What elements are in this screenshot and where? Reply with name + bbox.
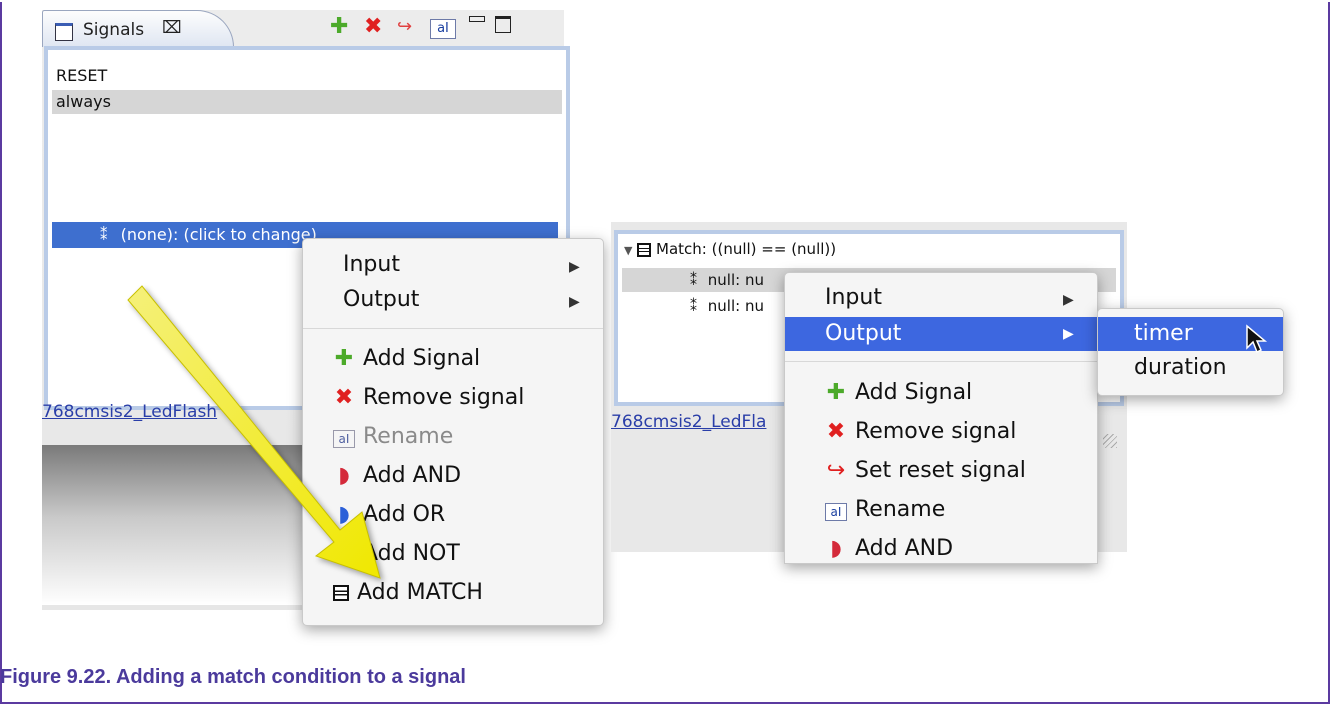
- right-context-menu: Input ▶ Output ▶ ✚ Add Signal ✖ Remove sign…: [784, 272, 1098, 564]
- submenu-item-duration[interactable]: duration: [1134, 351, 1227, 385]
- signal-row-reset[interactable]: RESET: [52, 64, 562, 88]
- set-reset-toolbar-icon[interactable]: ↪: [397, 16, 412, 38]
- menu-item-input-label: Input: [343, 252, 400, 277]
- remove-signal-toolbar-icon[interactable]: ✖: [364, 16, 382, 38]
- mouse-cursor-icon: [1246, 324, 1268, 354]
- match-child-label-1: null: nu: [707, 271, 764, 289]
- frame-top-mask: [0, 0, 1330, 2]
- menu-item-remove-signal-label: Remove signal: [855, 419, 1017, 444]
- menu-item-remove-signal-label: Remove signal: [363, 385, 525, 410]
- menu-item-add-match[interactable]: Add MATCH: [333, 576, 483, 610]
- match-child-row-2[interactable]: ⁑ null: nu: [690, 294, 764, 318]
- signals-tab[interactable]: Signals ⌧: [42, 10, 234, 47]
- minimize-icon[interactable]: [469, 16, 485, 22]
- menu-item-add-signal-label: Add Signal: [363, 346, 481, 371]
- menu-item-rename[interactable]: aI Rename: [825, 493, 945, 527]
- view-window-icon: [55, 23, 73, 41]
- menu-item-add-match-label: Add MATCH: [357, 580, 483, 605]
- submenu-arrow-icon: ▶: [569, 294, 580, 310]
- and-gate-icon: ◗: [830, 536, 842, 561]
- project-link[interactable]: 768cmsis2_LedFlash: [42, 402, 217, 422]
- left-context-menu: Input ▶ Output ▶ ✚ Add Signal ✖ Remove sig…: [302, 238, 604, 626]
- match-child-label-2: null: nu: [707, 297, 764, 315]
- menu-item-set-reset-signal[interactable]: ↪ Set reset signal: [825, 454, 1026, 488]
- rename-icon: aI: [333, 430, 355, 448]
- menu-item-rename-label: Rename: [363, 424, 454, 449]
- menu-item-add-signal-label: Add Signal: [855, 380, 973, 405]
- menu-item-add-or-label: Add OR: [363, 502, 446, 527]
- submenu-item-duration-label: duration: [1134, 355, 1227, 380]
- red-x-icon: ✖: [826, 419, 846, 444]
- menu-item-add-and-label: Add AND: [363, 463, 462, 488]
- menu-item-rename[interactable]: aI Rename: [333, 420, 453, 454]
- unknown-signal-icon: ⁑: [690, 273, 697, 289]
- menu-item-input-label: Input: [825, 285, 882, 310]
- match-tree-row[interactable]: ▼ Match: ((null) == (null)): [624, 237, 836, 261]
- resize-gripper-icon[interactable]: [1103, 434, 1117, 448]
- menu-item-output-label: Output: [343, 287, 420, 312]
- menu-item-add-and[interactable]: ◗ Add AND: [825, 532, 954, 563]
- or-gate-icon: ◗: [338, 502, 350, 527]
- menu-item-remove-signal[interactable]: ✖ Remove signal: [333, 381, 525, 415]
- match-icon: [637, 242, 652, 257]
- menu-item-add-not-label: Add NOT: [363, 541, 460, 566]
- add-signal-toolbar-icon[interactable]: ✚: [330, 16, 348, 38]
- signal-condition-label: (none): (click to change): [120, 225, 317, 244]
- menu-item-remove-signal[interactable]: ✖ Remove signal: [825, 415, 1017, 449]
- match-label: Match: ((null) == (null)): [656, 240, 837, 258]
- rename-icon: aI: [825, 503, 847, 521]
- unknown-signal-icon: ⁑: [100, 226, 108, 244]
- signal-row-always[interactable]: always: [52, 90, 562, 114]
- menu-item-output-label: Output: [825, 321, 902, 346]
- menu-item-rename-label: Rename: [855, 497, 946, 522]
- menu-item-set-reset-label: Set reset signal: [855, 458, 1026, 483]
- menu-item-input[interactable]: Input: [825, 281, 882, 315]
- menu-item-add-signal[interactable]: ✚ Add Signal: [825, 376, 972, 410]
- menu-separator: [785, 361, 1097, 362]
- menu-separator: [303, 328, 603, 329]
- project-link-text: 768cmsis2_LedFla: [611, 412, 767, 432]
- rename-toolbar-icon[interactable]: aI: [430, 19, 456, 39]
- match-icon: [333, 585, 349, 601]
- green-plus-icon: ✚: [826, 380, 846, 405]
- menu-item-add-and[interactable]: ◗ Add AND: [333, 459, 461, 493]
- figure-caption: Figure 9.22. Adding a match condition to…: [0, 666, 466, 688]
- menu-item-output-highlighted[interactable]: Output ▶: [785, 317, 1097, 351]
- submenu-arrow-icon: ▶: [1063, 292, 1074, 308]
- menu-item-add-or[interactable]: ◗ Add OR: [333, 498, 445, 532]
- maximize-icon[interactable]: [495, 16, 511, 33]
- project-link[interactable]: 768cmsis2_LedFla: [611, 412, 766, 432]
- expand-triangle-icon: ▼: [624, 244, 633, 257]
- menu-item-add-and-label: Add AND: [855, 536, 954, 561]
- menu-item-output[interactable]: Output: [343, 283, 419, 317]
- menu-item-add-not[interactable]: Add NOT: [333, 537, 460, 571]
- submenu-arrow-icon: ▶: [569, 259, 580, 275]
- signals-tab-label: Signals: [83, 20, 145, 40]
- and-gate-icon: ◗: [338, 463, 350, 488]
- submenu-arrow-icon: ▶: [1063, 326, 1074, 342]
- green-plus-icon: ✚: [334, 346, 354, 371]
- set-reset-icon: ↪: [826, 458, 846, 483]
- red-x-icon: ✖: [334, 385, 354, 410]
- unknown-signal-icon: ⁑: [690, 299, 697, 315]
- submenu-item-timer-label: timer: [1134, 321, 1193, 346]
- close-tab-icon[interactable]: ⌧: [162, 18, 182, 38]
- menu-item-input[interactable]: Input: [343, 248, 400, 282]
- menu-item-add-signal[interactable]: ✚ Add Signal: [333, 342, 480, 376]
